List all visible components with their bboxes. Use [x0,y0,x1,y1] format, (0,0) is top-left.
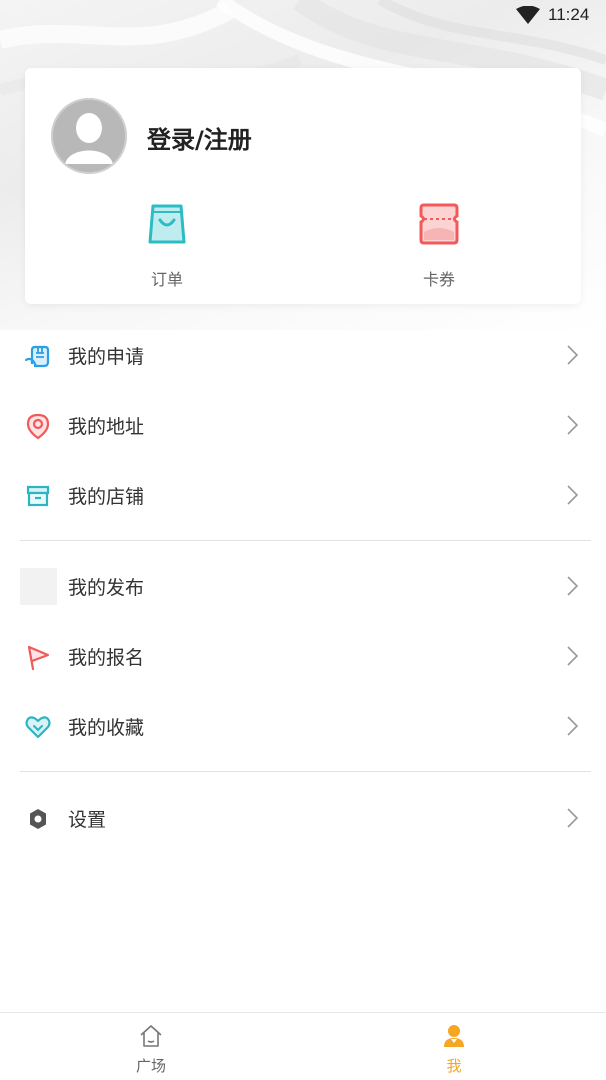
publish-icon-placeholder [20,568,57,605]
user-icon [444,1025,464,1047]
chevron-right-icon [567,646,579,666]
menu-item-my-posts[interactable]: 我的发布 [0,551,606,621]
store-box-icon [26,485,50,507]
status-time: 11:24 [548,5,590,24]
orders-button[interactable]: 订单 [127,202,207,290]
tab-label: 我 [446,1057,462,1075]
heart-icon [25,716,51,739]
ticket-icon [419,203,459,245]
menu-item-my-store[interactable]: 我的店铺 [0,460,606,530]
menu-item-my-address[interactable]: 我的地址 [0,390,606,460]
wifi-icon [516,6,540,24]
tab-label: 广场 [135,1057,166,1075]
menu-item-my-registrations[interactable]: 我的报名 [0,621,606,691]
menu-label: 我的收藏 [68,717,145,739]
chevron-right-icon [567,808,579,828]
chevron-right-icon [567,345,579,365]
tab-me[interactable]: 我 [414,1023,494,1076]
settings-hexagon-icon [30,809,46,829]
section-divider [20,771,591,772]
menu-item-my-applications[interactable]: 我的申请 [0,320,606,390]
default-avatar-icon [51,98,127,174]
chevron-right-icon [567,415,579,435]
bottom-tab-bar: 广场 我 [0,1012,606,1080]
login-register-link[interactable]: 登录/注册 [147,120,252,155]
profile-card: 登录/注册 订单 卡券 [25,68,581,304]
menu-label: 我的地址 [68,416,145,438]
hand-icon [24,345,50,368]
location-pin-icon [26,413,50,440]
menu-label: 我的报名 [68,647,145,669]
menu-item-settings[interactable]: 设置 [0,783,606,853]
chevron-right-icon [567,716,579,736]
menu-label: 我的申请 [68,346,145,368]
orders-label: 订单 [150,270,183,289]
coupons-button[interactable]: 卡券 [399,202,479,290]
tab-square[interactable]: 广场 [111,1023,191,1076]
menu-label: 我的发布 [68,577,145,599]
status-bar: 11:24 [0,0,606,32]
coupons-label: 卡券 [422,270,455,289]
home-icon [140,1025,162,1047]
avatar[interactable] [51,98,127,174]
menu-label: 设置 [68,809,107,831]
flag-icon [27,645,50,671]
section-divider [20,540,591,541]
chevron-right-icon [567,485,579,505]
menu-label: 我的店铺 [68,486,145,508]
chevron-right-icon [567,576,579,596]
shopping-bag-icon [148,204,186,244]
menu-item-my-favorites[interactable]: 我的收藏 [0,691,606,761]
